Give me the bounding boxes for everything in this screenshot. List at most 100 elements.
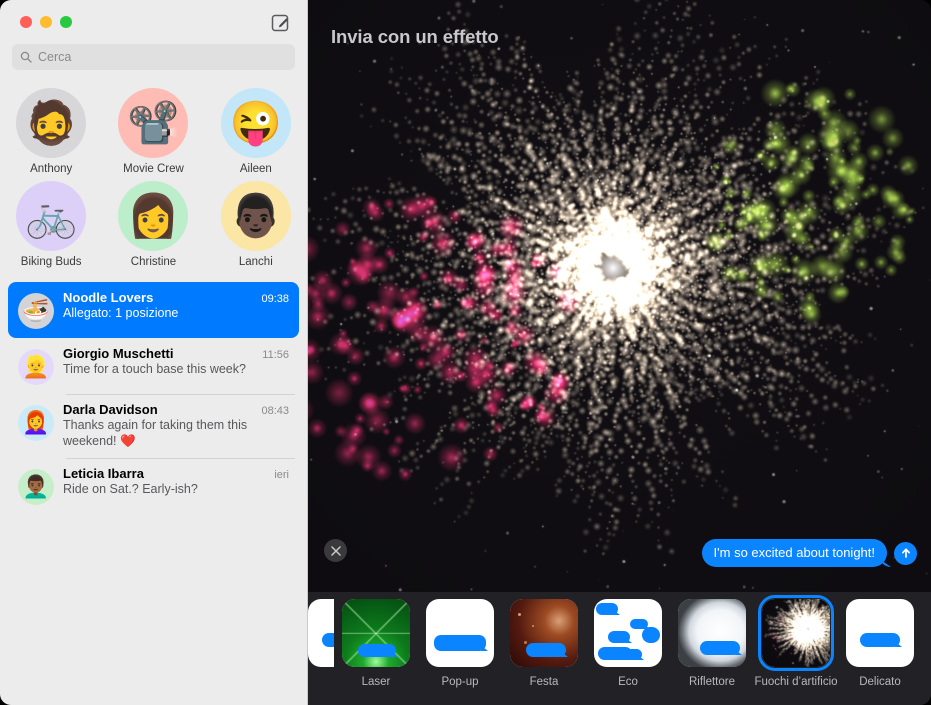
conversation-body: Darla Davidson 08:43 Thanks again for taki… [63,402,289,449]
thumb-spark [518,613,521,616]
pinned-contact-avatar: 👩 [118,181,189,251]
conversation-body: Leticia Ibarra ieri Ride on Sat.? Early-is… [63,466,289,505]
pinned-contacts: 🧔 Anthony 📽️ Movie Crew 😜 Aileen 🚲 Biking Buds 👩… [0,82,307,278]
conversation-name: Leticia Ibarra [63,466,144,481]
thumb-spark [524,641,527,644]
effect-thumbnail [594,599,662,667]
effect-label: Riflettore [688,676,736,688]
conversation-timestamp: 09:38 [261,293,289,305]
effect-thumbnail [510,599,578,667]
compose-pencil-icon [271,14,289,32]
send-arrow-up-icon [901,548,910,558]
conversation-row[interactable]: 👱 Giorgio Muschetti 11:56 Time for a touch … [8,338,299,394]
thumb-spark [532,625,534,627]
thumb-bubble [642,627,660,643]
pinned-contact-label: Christine [130,256,177,268]
conversation-avatar: 👱 [18,349,54,385]
message-bubble: I'm so excited about tonight! [701,539,887,567]
pinned-contact-avatar: 😜 [220,88,291,158]
pinned-contact-avatar: 🚲 [16,181,87,251]
effect-label: Festa [529,676,559,688]
main-panel: Invia con un effetto I'm so excited abou… [308,0,931,705]
pinned-contact[interactable]: 📽️ Movie Crew [102,88,204,175]
thumb-bubble [526,643,566,657]
thumb-fireworks [762,599,830,667]
effect-item[interactable]: Riflettore [670,599,754,688]
thumb-bubble [322,633,334,647]
page-title: Invia con un effetto [331,26,499,47]
pinned-contact[interactable]: 😜 Aileen [205,88,307,175]
zoom-window-button[interactable] [60,16,72,28]
conversation-body: Noodle Lovers 09:38 Allegato: 1 posizione [63,290,289,329]
effects-strip: Laser Pop-up Festa Eco Riflettore Fuochi d’ar… [308,592,931,705]
conversation-preview: Ride on Sat.? Early-ish? [63,482,198,496]
conversation-timestamp: 08:43 [261,405,289,417]
messages-window-root: Cerca 🧔 Anthony 📽️ Movie Crew 😜 Aileen 🚲 Biking… [0,0,931,705]
titlebar [0,0,307,44]
messages-window: Cerca 🧔 Anthony 📽️ Movie Crew 😜 Aileen 🚲 Biking… [0,0,931,705]
conversation-avatar: 👩‍🦰 [18,405,54,441]
thumb-bubble [700,641,740,655]
pinned-contact-label: Biking Buds [20,256,82,268]
minimize-window-button[interactable] [40,16,52,28]
conversation-header: Giorgio Muschetti 11:56 [63,346,289,361]
conversation-preview: Allegato: 1 posizione [63,306,179,320]
conversation-name: Giorgio Muschetti [63,346,174,361]
conversation-header: Darla Davidson 08:43 [63,402,289,417]
conversation-header: Noodle Lovers 09:38 [63,290,289,305]
effect-label: Eco [618,676,638,688]
effect-item[interactable]: Festa [502,599,586,688]
search-icon [20,51,32,63]
effect-item[interactable]: Pop-up [418,599,502,688]
effect-thumbnail [678,599,746,667]
fireworks-animation [308,0,931,592]
effect-item[interactable] [308,599,334,667]
search-input[interactable]: Cerca [12,44,295,70]
conversation-name: Noodle Lovers [63,290,154,305]
pinned-contact-label: Aileen [239,163,272,175]
pinned-contact-avatar: 📽️ [118,88,189,158]
conversation-timestamp: 11:56 [262,349,289,361]
conversation-preview: Thanks again for taking them this weeken… [63,418,248,448]
conversation-body: Giorgio Muschetti 11:56 Time for a touch b… [63,346,289,385]
conversation-row[interactable]: 🍜 Noodle Lovers 09:38 Allegato: 1 posizione [8,282,299,338]
conversation-row[interactable]: 👩‍🦰 Darla Davidson 08:43 Thanks again for t… [8,394,299,458]
pinned-contact[interactable]: 👩 Christine [102,181,204,268]
conversation-timestamp: ieri [274,469,289,481]
sidebar: Cerca 🧔 Anthony 📽️ Movie Crew 😜 Aileen 🚲 Biking… [0,0,308,705]
compose-message-button[interactable] [270,12,291,33]
thumb-bubble [608,631,630,643]
pinned-contact-avatar: 👨🏿 [220,181,291,251]
thumb-bubble [620,649,642,660]
thumb-bubble [358,644,396,657]
effect-item[interactable]: Delicato [838,599,922,688]
pinned-contact-avatar: 🧔 [16,88,87,158]
pinned-contact-label: Movie Crew [123,163,184,175]
effect-item[interactable]: Eco [586,599,670,688]
search-placeholder: Cerca [38,50,72,64]
traffic-lights [20,16,72,28]
effect-thumbnail [342,599,410,667]
effect-label: Laser [361,676,391,688]
effect-thumbnail [308,599,334,667]
close-x-icon [330,545,341,556]
effect-thumbnail [426,599,494,667]
pinned-contact[interactable]: 🚲 Biking Buds [0,181,102,268]
effect-preview-stage: Invia con un effetto I'm so excited abou… [308,0,931,592]
conversation-row[interactable]: 👨🏾‍🦱 Leticia Ibarra ieri Ride on Sat.? Earl… [8,458,299,514]
conversation-avatar: 👨🏾‍🦱 [18,469,54,505]
effect-item[interactable]: Fuochi d’artificio [754,595,838,688]
pinned-contact[interactable]: 👨🏿 Lanchi [205,181,307,268]
effect-item[interactable]: Laser [334,599,418,688]
pinned-contact[interactable]: 🧔 Anthony [0,88,102,175]
send-button[interactable] [894,541,917,565]
effect-thumbnail [758,595,834,671]
close-effects-button[interactable] [324,539,347,562]
pinned-contact-label: Lanchi [238,256,273,268]
effect-label: Delicato [859,676,901,688]
thumb-bubble [434,635,486,651]
thumb-spotlight-bg [678,599,746,667]
pinned-contact-label: Anthony [30,163,73,175]
thumb-bubble [860,633,900,647]
close-window-button[interactable] [20,16,32,28]
